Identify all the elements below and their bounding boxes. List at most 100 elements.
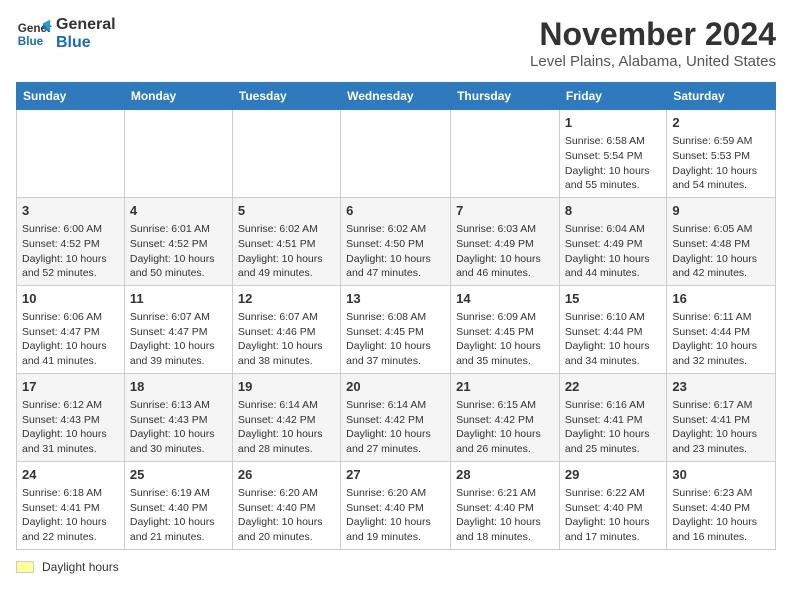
day-number: 5 [238, 202, 335, 220]
day-info-line: Sunset: 4:43 PM [130, 414, 208, 426]
header-saturday: Saturday [667, 83, 776, 110]
day-info-line: Daylight: 10 hours and 27 minutes. [346, 428, 431, 455]
day-info-line: Sunrise: 6:04 AM [565, 223, 645, 235]
day-info-line: Sunset: 4:40 PM [672, 502, 750, 514]
day-info-line: Sunrise: 6:02 AM [238, 223, 318, 235]
header-tuesday: Tuesday [232, 83, 340, 110]
day-info-line: Sunrise: 6:20 AM [238, 487, 318, 499]
day-cell: 3Sunrise: 6:00 AMSunset: 4:52 PMDaylight… [17, 197, 125, 285]
day-info-line: Daylight: 10 hours and 41 minutes. [22, 340, 107, 367]
week-row-0: 1Sunrise: 6:58 AMSunset: 5:54 PMDaylight… [17, 110, 776, 198]
day-cell: 30Sunrise: 6:23 AMSunset: 4:40 PMDayligh… [667, 461, 776, 549]
day-number: 3 [22, 202, 119, 220]
day-info-line: Sunset: 4:50 PM [346, 238, 424, 250]
day-number: 12 [238, 290, 335, 308]
day-info-line: Daylight: 10 hours and 16 minutes. [672, 516, 757, 543]
day-number: 1 [565, 114, 661, 132]
logo-text-blue: Blue [56, 34, 116, 52]
page-wrapper: General Blue General Blue November 2024 … [16, 16, 776, 574]
day-cell: 22 Sunrise: 6:16 AM Sunset: 4:41 PM Dayligh… [559, 373, 666, 461]
day-info-line: Sunrise: 6:05 AM [672, 223, 752, 235]
day-number: 18 [130, 378, 227, 396]
svg-text:Blue: Blue [18, 35, 44, 48]
day-number: 15 [565, 290, 661, 308]
day-cell: 8 Sunrise: 6:04 AM Sunset: 4:49 PM Daylight… [559, 197, 666, 285]
day-info-line: Sunrise: 6:21 AM [456, 487, 536, 499]
day-number: 17 [22, 378, 119, 396]
day-cell [451, 110, 560, 198]
day-info-line: Sunset: 4:41 PM [565, 414, 643, 426]
day-info-line: Daylight: 10 hours and 17 minutes. [565, 516, 650, 543]
day-number: 22 [565, 378, 661, 396]
day-info-line: Sunrise: 6:13 AM [130, 399, 210, 411]
day-info-line: Sunrise: 6:09 AM [456, 311, 536, 323]
day-info-line: Sunset: 4:52 PM [22, 238, 100, 250]
day-number: 8 [565, 202, 661, 220]
day-info-line: Daylight: 10 hours and 55 minutes. [565, 165, 650, 192]
day-number: 14 [456, 290, 554, 308]
day-info-line: Sunset: 4:49 PM [565, 238, 643, 250]
day-info-line: Sunset: 4:49 PM [456, 238, 534, 250]
calendar-table: SundayMondayTuesdayWednesdayThursdayFrid… [16, 82, 776, 550]
logo: General Blue General Blue [16, 16, 116, 52]
day-cell: 28Sunrise: 6:21 AMSunset: 4:40 PMDayligh… [451, 461, 560, 549]
day-info-line: Sunrise: 6:19 AM [130, 487, 210, 499]
title-block: November 2024 Level Plains, Alabama, Uni… [530, 16, 776, 70]
day-cell: 12Sunrise: 6:07 AMSunset: 4:46 PMDayligh… [232, 285, 340, 373]
day-info-line: Daylight: 10 hours and 30 minutes. [130, 428, 215, 455]
day-info-line: Daylight: 10 hours and 23 minutes. [672, 428, 757, 455]
day-info-line: Daylight: 10 hours and 26 minutes. [456, 428, 541, 455]
day-cell: 6Sunrise: 6:02 AMSunset: 4:50 PMDaylight… [341, 197, 451, 285]
day-info-line: Daylight: 10 hours and 32 minutes. [672, 340, 757, 367]
day-info-line: Daylight: 10 hours and 44 minutes. [565, 253, 650, 280]
day-info-line: Daylight: 10 hours and 54 minutes. [672, 165, 757, 192]
day-info-line: Sunrise: 6:20 AM [346, 487, 426, 499]
day-info-line: Sunrise: 6:06 AM [22, 311, 102, 323]
day-info-line: Sunset: 4:40 PM [130, 502, 208, 514]
day-cell: 26Sunrise: 6:20 AMSunset: 4:40 PMDayligh… [232, 461, 340, 549]
day-info-line: Sunset: 4:48 PM [672, 238, 750, 250]
day-number: 19 [238, 378, 335, 396]
day-info-line: Sunset: 4:40 PM [565, 502, 643, 514]
day-info-line: Sunrise: 6:15 AM [456, 399, 536, 411]
day-number: 20 [346, 378, 445, 396]
day-info-line: Daylight: 10 hours and 34 minutes. [565, 340, 650, 367]
location-title: Level Plains, Alabama, United States [530, 53, 776, 70]
day-number: 11 [130, 290, 227, 308]
day-number: 6 [346, 202, 445, 220]
day-number: 25 [130, 466, 227, 484]
day-info-line: Daylight: 10 hours and 25 minutes. [565, 428, 650, 455]
day-info-line: Sunset: 4:43 PM [22, 414, 100, 426]
day-cell: 1Sunrise: 6:58 AMSunset: 5:54 PMDaylight… [559, 110, 666, 198]
day-number: 27 [346, 466, 445, 484]
day-info-line: Daylight: 10 hours and 31 minutes. [22, 428, 107, 455]
day-cell: 18 Sunrise: 6:13 AM Sunset: 4:43 PM Dayligh… [124, 373, 232, 461]
day-info-line: Sunrise: 6:16 AM [565, 399, 645, 411]
day-info-line: Sunrise: 6:07 AM [130, 311, 210, 323]
day-info-line: Sunset: 4:41 PM [672, 414, 750, 426]
day-info-line: Sunrise: 6:22 AM [565, 487, 645, 499]
day-cell: 27Sunrise: 6:20 AMSunset: 4:40 PMDayligh… [341, 461, 451, 549]
day-info-line: Sunset: 4:44 PM [672, 326, 750, 338]
day-number: 23 [672, 378, 770, 396]
day-info-line: Sunset: 5:54 PM [565, 150, 643, 162]
day-info-line: Sunset: 4:40 PM [346, 502, 424, 514]
day-info-line: Sunrise: 6:11 AM [672, 311, 751, 323]
day-info-line: Sunset: 4:45 PM [456, 326, 534, 338]
day-info-line: Daylight: 10 hours and 46 minutes. [456, 253, 541, 280]
day-info-line: Sunset: 4:47 PM [22, 326, 100, 338]
day-info-line: Daylight: 10 hours and 28 minutes. [238, 428, 323, 455]
calendar-header-row: SundayMondayTuesdayWednesdayThursdayFrid… [17, 83, 776, 110]
day-cell: 10Sunrise: 6:06 AMSunset: 4:47 PMDayligh… [17, 285, 125, 373]
logo-icon: General Blue [16, 16, 52, 52]
day-info-line: Sunset: 5:53 PM [672, 150, 750, 162]
header-thursday: Thursday [451, 83, 560, 110]
day-cell: 2Sunrise: 6:59 AMSunset: 5:53 PMDaylight… [667, 110, 776, 198]
day-cell: 11Sunrise: 6:07 AMSunset: 4:47 PMDayligh… [124, 285, 232, 373]
header-wednesday: Wednesday [341, 83, 451, 110]
day-info-line: Sunrise: 6:01 AM [130, 223, 210, 235]
day-info-line: Sunset: 4:42 PM [456, 414, 534, 426]
day-number: 29 [565, 466, 661, 484]
day-info-line: Sunrise: 6:23 AM [672, 487, 752, 499]
legend-icon [16, 561, 34, 573]
